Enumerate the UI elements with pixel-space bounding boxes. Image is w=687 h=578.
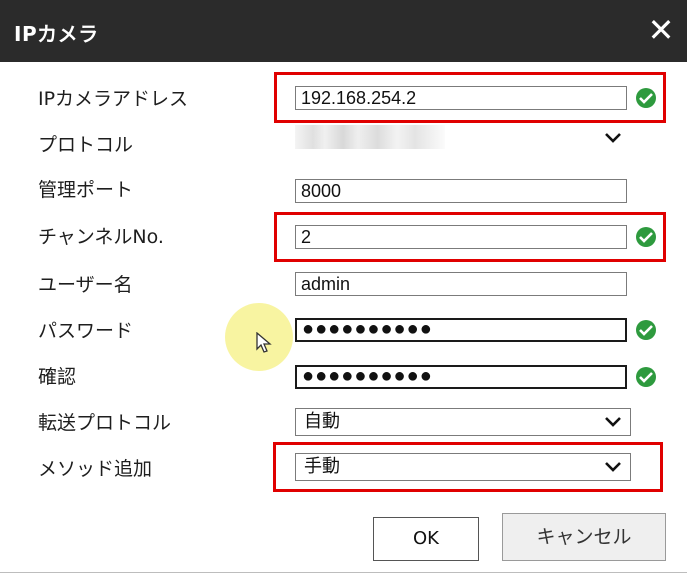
confirm-label: 確認 (38, 366, 77, 388)
valid-check-icon (636, 320, 656, 340)
mgmt-port-input[interactable]: 8000 (295, 179, 627, 203)
channel-no-label: チャンネルNo. (38, 226, 164, 248)
password-input[interactable]: ●●●●●●●●●● (295, 318, 627, 342)
protocol-select[interactable] (295, 124, 631, 152)
valid-check-icon (636, 88, 656, 108)
bottom-divider (0, 572, 687, 573)
add-method-label: メソッド追加 (38, 458, 153, 480)
chevron-down-icon (605, 417, 621, 427)
transport-protocol-select[interactable]: 自動 (295, 408, 631, 436)
confirm-password-input[interactable]: ●●●●●●●●●● (295, 365, 627, 389)
close-icon[interactable]: ✕ (641, 10, 681, 50)
add-method-value: 手動 (304, 456, 340, 477)
dialog-title: IPカメラ (14, 22, 99, 46)
mgmt-port-label: 管理ポート (38, 179, 134, 201)
transport-protocol-value: 自動 (304, 411, 340, 432)
protocol-label: プロトコル (38, 134, 134, 156)
valid-check-icon (636, 227, 656, 247)
chevron-down-icon (605, 133, 621, 143)
add-method-select[interactable]: 手動 (295, 453, 631, 481)
chevron-down-icon (605, 462, 621, 472)
channel-no-input[interactable]: 2 (295, 225, 627, 249)
dialog-titlebar: IPカメラ ✕ (0, 0, 687, 62)
transport-protocol-label: 転送プロトコル (38, 412, 172, 434)
password-label: パスワード (38, 320, 134, 342)
ip-address-input[interactable]: 192.168.254.2 (295, 86, 627, 110)
username-label: ユーザー名 (38, 274, 133, 296)
valid-check-icon (636, 367, 656, 387)
ok-button[interactable]: OK (373, 517, 479, 561)
username-input[interactable]: admin (295, 272, 627, 296)
cancel-button[interactable]: キャンセル (502, 513, 666, 561)
mouse-pointer-icon (256, 332, 272, 353)
ip-address-label: IPカメラアドレス (38, 88, 189, 110)
